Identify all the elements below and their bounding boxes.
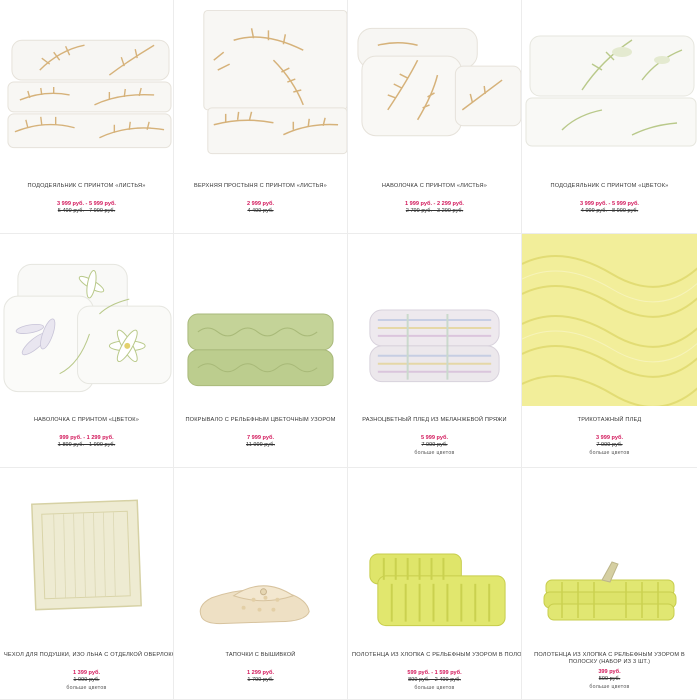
product-price: 3 999 руб. [595, 435, 623, 441]
product-price: 1 999 руб. - 2 299 руб. [404, 201, 464, 207]
product-card[interactable]: пододеяльник с принтом «цветок» 3 999 ру… [522, 0, 697, 234]
more-colors-link[interactable]: больше цветов [526, 449, 693, 457]
product-name[interactable]: полотенца из хлопка с рельефным узором в… [352, 652, 521, 659]
product-old-price: 1 999 руб. [73, 677, 100, 683]
product-old-price: 2 799 руб. - 3 299 руб. [405, 208, 464, 214]
product-card[interactable]: чехол для подушки, изо льна с отделкой о… [0, 468, 174, 700]
product-image[interactable] [0, 468, 173, 640]
product-image[interactable] [0, 234, 173, 406]
product-name[interactable]: пододеяльник с принтом «листья» [4, 183, 169, 190]
product-old-price: 7 999 руб. [421, 442, 448, 448]
product-name[interactable]: чехол для подушки, изо льна с отделкой о… [4, 652, 173, 659]
product-old-price: 5 499 руб. - 7 999 руб. [57, 208, 116, 214]
more-colors-link[interactable]: больше цветов [526, 683, 693, 691]
product-old-price: 599 руб. [598, 676, 621, 682]
product-card[interactable]: полотенца из хлопка с рельефным узором в… [522, 468, 697, 700]
product-grid: пододеяльник с принтом «листья» 3 999 ру… [0, 0, 697, 700]
more-colors-link[interactable]: больше цветов [352, 684, 517, 692]
product-name[interactable]: пододеяльник с принтом «цветок» [526, 183, 693, 190]
product-old-price: 899 руб. - 2 499 руб. [408, 677, 461, 683]
product-old-price: 1 899 руб. - 1 999 руб. [57, 442, 116, 448]
product-card[interactable]: разноцветный плед из меланжевой пряжи 5 … [348, 234, 522, 468]
product-name[interactable]: полотенца из хлопка с рельефным узором в… [526, 652, 693, 666]
product-image[interactable] [348, 468, 521, 640]
product-old-price: 1 799 руб. [247, 677, 274, 683]
product-image[interactable] [348, 234, 521, 406]
product-name[interactable]: разноцветный плед из меланжевой пряжи [352, 417, 517, 424]
product-price: 3 999 руб. - 5 999 руб. [579, 201, 639, 207]
product-image[interactable] [174, 0, 347, 172]
product-name[interactable]: наволочка с принтом «цветок» [4, 417, 169, 424]
product-price: 999 руб. - 1 299 руб. [59, 435, 114, 441]
product-card[interactable]: пододеяльник с принтом «листья» 3 999 ру… [0, 0, 174, 234]
product-name[interactable]: тапочки с вышивкой [178, 652, 343, 659]
product-price: 3 999 руб. - 5 999 руб. [56, 201, 116, 207]
product-name[interactable]: верхняя простыня с принтом «листья» [178, 183, 343, 190]
product-image[interactable] [522, 0, 697, 172]
product-card[interactable]: верхняя простыня с принтом «листья» 2 99… [174, 0, 348, 234]
product-old-price: 4 999 руб. - 8 999 руб. [580, 208, 639, 214]
product-name[interactable]: наволочка с принтом «листья» [352, 183, 517, 190]
product-card[interactable]: полотенца из хлопка с рельефным узором в… [348, 468, 522, 700]
product-price: 399 руб. [598, 669, 621, 675]
product-price: 5 999 руб. [420, 435, 448, 441]
more-colors-link[interactable]: больше цветов [4, 684, 169, 692]
product-price: 1 399 руб. [72, 670, 100, 676]
more-colors-link[interactable]: больше цветов [352, 449, 517, 457]
product-price: 1 299 руб. [246, 670, 274, 676]
product-name[interactable]: покрывало с рельефным цветочным узором [178, 417, 343, 424]
product-old-price: 11 999 руб. [246, 442, 275, 448]
product-price: 7 999 руб. [246, 435, 274, 441]
product-price: 599 руб. - 1 599 руб. [407, 670, 462, 676]
product-image[interactable] [0, 0, 173, 172]
product-name[interactable]: трикотажный плед [526, 417, 693, 424]
product-card[interactable]: покрывало с рельефным цветочным узором 7… [174, 234, 348, 468]
product-image[interactable] [174, 234, 347, 406]
product-card[interactable]: наволочка с принтом «листья» 1 999 руб. … [348, 0, 522, 234]
product-old-price: 7 999 руб. [596, 442, 623, 448]
product-card[interactable]: наволочка с принтом «цветок» 999 руб. - … [0, 234, 174, 468]
product-price: 2 999 руб. [246, 201, 274, 207]
product-image[interactable] [522, 234, 697, 406]
product-card[interactable]: тапочки с вышивкой 1 299 руб. 1 799 руб. [174, 468, 348, 700]
product-image[interactable] [522, 468, 697, 640]
product-old-price: 4 499 руб. [247, 208, 274, 214]
product-image[interactable] [348, 0, 521, 172]
product-card[interactable]: трикотажный плед 3 999 руб. 7 999 руб. б… [522, 234, 697, 468]
product-image[interactable] [174, 468, 347, 640]
